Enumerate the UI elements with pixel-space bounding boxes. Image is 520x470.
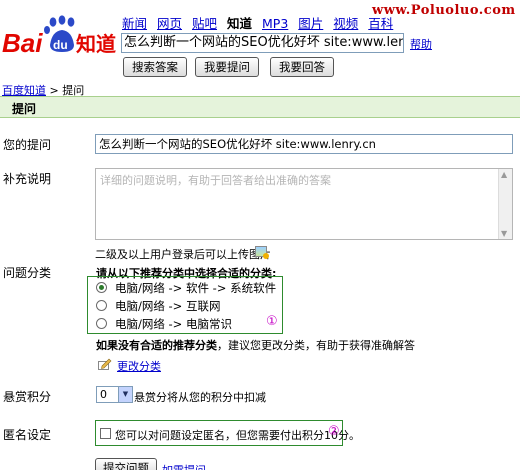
category-option-2[interactable]: 电脑/网络 -> 互联网 (96, 298, 220, 314)
anonymous-text: 您可以对问题设定匿名，但您需要付出积分10分。 (115, 429, 360, 442)
reward-label: 悬赏积分 (3, 390, 52, 404)
annotation-marker-1: ① (266, 314, 278, 329)
top-nav: 新闻 网页 贴吧 知道 MP3 图片 视频 百科 (122, 13, 399, 32)
supplement-label: 补充说明 (3, 172, 52, 186)
logo-zhidao: 知道 (76, 32, 116, 56)
chevron-down-icon[interactable]: ▼ (118, 387, 132, 402)
scroll-up-icon[interactable]: ▲ (501, 170, 507, 179)
edit-pencil-icon[interactable] (98, 358, 112, 370)
reward-select[interactable]: 0 ▼ (96, 386, 133, 403)
nav-images[interactable]: 图片 (298, 16, 323, 31)
logo-bai: Bai (2, 28, 43, 56)
upload-image-icon[interactable] (255, 246, 269, 259)
category-hint-text: ，建议您更改分类，有助于获得准确解答 (217, 339, 415, 352)
category-label: 问题分类 (3, 266, 52, 280)
category-option-label: 电脑/网络 -> 软件 -> 系统软件 (115, 281, 277, 295)
upload-note: 二级及以上用户登录后可以上传图片 (95, 248, 271, 261)
nav-mp3[interactable]: MP3 (262, 16, 288, 31)
radio-icon[interactable] (96, 300, 107, 311)
textarea-scrollbar[interactable]: ▲ ▼ (498, 169, 512, 239)
section-title: 提问 (12, 102, 37, 116)
supplement-placeholder: 详细的问题说明，有助于回答者给出准确的答案 (100, 174, 331, 187)
reward-select-value: 0 (100, 388, 107, 401)
supplement-textarea[interactable]: 详细的问题说明，有助于回答者给出准确的答案 ▲ ▼ (95, 168, 513, 240)
nav-tieba[interactable]: 贴吧 (192, 16, 217, 31)
baidu-logo[interactable]: Bai du 知道 (2, 12, 120, 56)
category-option-label: 电脑/网络 -> 电脑常识 (115, 317, 232, 331)
question-input[interactable]: 怎么判断一个网站的SEO优化好坏 site:www.lenry.cn (95, 134, 513, 154)
search-input[interactable]: 怎么判断一个网站的SEO优化好坏 site:www.lenry.cn (121, 33, 404, 53)
annotation-marker-2: ② (328, 424, 340, 439)
category-option-3[interactable]: 电脑/网络 -> 电脑常识 (96, 316, 232, 332)
nav-video[interactable]: 视频 (333, 16, 358, 31)
category-option-1[interactable]: 电脑/网络 -> 软件 -> 系统软件 (96, 280, 276, 296)
submit-question-button[interactable]: 提交问题 (95, 458, 157, 470)
answer-button[interactable]: 我要回答 (270, 57, 334, 77)
category-option-label: 电脑/网络 -> 互联网 (115, 299, 221, 313)
anonymous-checkbox[interactable] (100, 428, 111, 439)
logo-du: du (53, 38, 68, 52)
category-hint: 如果没有合适的推荐分类，建议您更改分类，有助于获得准确解答 (96, 337, 415, 353)
anonymous-label: 匿名设定 (3, 428, 52, 442)
help-link[interactable]: 帮助 (410, 36, 432, 52)
nav-baike[interactable]: 百科 (368, 16, 393, 31)
ask-question-button[interactable]: 我要提问 (195, 57, 259, 77)
reward-note: 悬赏分将从您的积分中扣减 (134, 391, 266, 404)
radio-selected-icon[interactable] (96, 282, 107, 293)
nav-zhidao[interactable]: 知道 (227, 16, 252, 31)
question-label: 您的提问 (3, 138, 52, 152)
category-hint-bold: 如果没有合适的推荐分类 (96, 339, 217, 352)
faq-link[interactable]: 如需提问 (162, 462, 206, 470)
section-header: 提问 (0, 96, 520, 118)
radio-icon[interactable] (96, 318, 107, 329)
change-category-link[interactable]: 更改分类 (117, 358, 161, 374)
search-answer-button[interactable]: 搜索答案 (123, 57, 187, 77)
nav-web[interactable]: 网页 (157, 16, 182, 31)
scroll-down-icon[interactable]: ▼ (501, 229, 507, 238)
nav-news[interactable]: 新闻 (122, 16, 147, 31)
